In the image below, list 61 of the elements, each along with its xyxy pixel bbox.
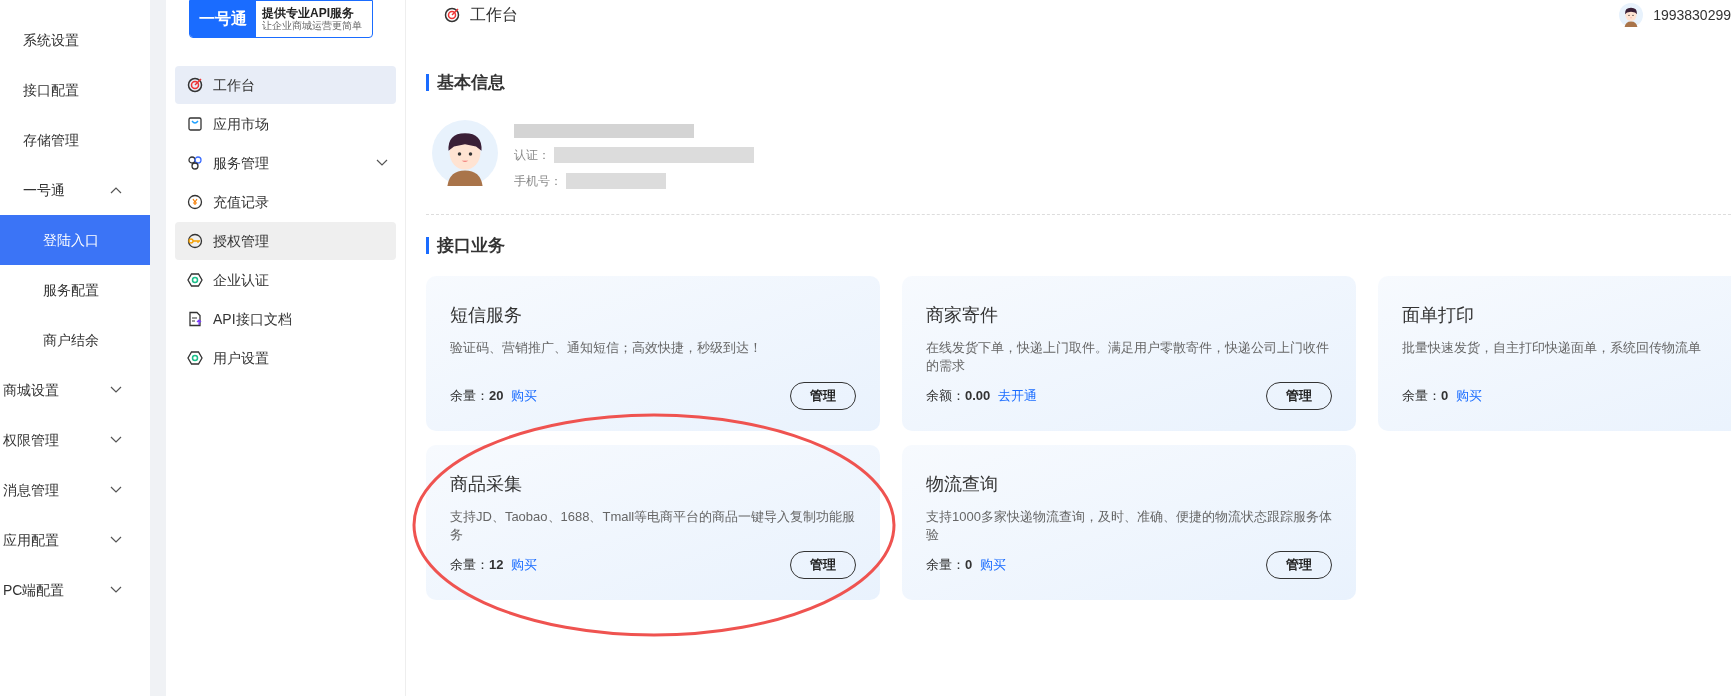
card-title: 商家寄件 [926, 304, 999, 327]
info-label: 手机号： [514, 172, 562, 190]
card-title: 短信服务 [450, 304, 523, 327]
quota-label: 余量：20 [450, 387, 504, 406]
target-icon [187, 77, 203, 93]
card-description: 批量快速发货，自主打印快递面单，系统回传物流单 [1402, 339, 1702, 357]
menu-item[interactable]: 商城设置 [0, 365, 150, 415]
user-avatar [1619, 3, 1644, 27]
chevron-icon [376, 159, 388, 167]
card-link[interactable]: 购买 [1456, 386, 1483, 406]
menu-item[interactable]: PC端配置 [0, 565, 150, 615]
page-title: 工作台 [470, 5, 518, 25]
menu-item[interactable]: 权限管理 [0, 415, 150, 465]
menu-item[interactable]: 系统设置 [0, 15, 150, 65]
card-description: 在线发货下单，快递上门取件。满足用户零散寄件，快递公司上门收件的需求 [926, 339, 1330, 375]
card-description: 支持1000多家快递物流查询，及时、准确、便捷的物流状态跟踪服务体验 [926, 508, 1332, 544]
hexagon-icon [187, 350, 203, 366]
section-heading: 基本信息 [437, 72, 505, 94]
card-link[interactable]: 购买 [511, 555, 538, 575]
logo-title: 提供专业API服务 [262, 6, 355, 20]
card-title: 物流查询 [926, 473, 999, 496]
quota-label: 余额：0.00 [926, 387, 991, 406]
document-icon [187, 311, 203, 327]
bag-icon [187, 116, 203, 132]
section-heading: 接口业务 [437, 234, 505, 257]
menu-item[interactable]: 接口配置 [0, 65, 150, 115]
key-icon [187, 233, 203, 249]
chevron-icon [110, 586, 122, 594]
chevron-icon [110, 486, 122, 494]
menu-item[interactable]: 消息管理 [0, 465, 150, 515]
hexagon-icon [187, 272, 203, 288]
card-link[interactable]: 购买 [511, 386, 538, 406]
nav-item[interactable]: 工作台 [175, 66, 396, 104]
quota-label: 余量：0 [1402, 387, 1449, 406]
card-link[interactable]: 购买 [980, 555, 1007, 575]
menu-item[interactable]: 服务配置 [0, 265, 150, 315]
card-link[interactable]: 去开通 [998, 386, 1038, 406]
card-description: 支持JD、Taobao、1688、Tmall等电商平台的商品一键导入复制功能服务 [450, 508, 856, 544]
chevron-icon [110, 436, 122, 444]
target-icon [444, 7, 460, 23]
menu-item[interactable]: 登陆入口 [0, 215, 150, 265]
menu-item[interactable]: 商户结余 [0, 315, 150, 365]
user-avatar [432, 119, 498, 186]
menu-item[interactable]: 应用配置 [0, 515, 150, 565]
nodes-icon [187, 155, 203, 171]
card-description: 验证码、营销推广、通知短信；高效快捷，秒级到达！ [450, 339, 763, 357]
logo-subtitle: 让企业商城运营更简单 [262, 20, 362, 32]
chevron-icon [110, 186, 122, 194]
quota-label: 余量：12 [450, 556, 504, 575]
yen-icon [187, 194, 203, 210]
card-title: 面单打印 [1402, 304, 1475, 327]
nav-item[interactable]: 授权管理 [175, 222, 396, 260]
card-title: 商品采集 [450, 473, 523, 496]
info-label: 认证： [514, 146, 550, 164]
user-name[interactable]: 1993830299 [1653, 4, 1731, 26]
chevron-icon [110, 386, 122, 394]
menu-item[interactable]: 存储管理 [0, 115, 150, 165]
menu-item[interactable]: 一号通 [0, 165, 150, 215]
logo-badge: 一号通 [190, 1, 256, 37]
quota-label: 余量：0 [926, 556, 973, 575]
chevron-icon [110, 536, 122, 544]
